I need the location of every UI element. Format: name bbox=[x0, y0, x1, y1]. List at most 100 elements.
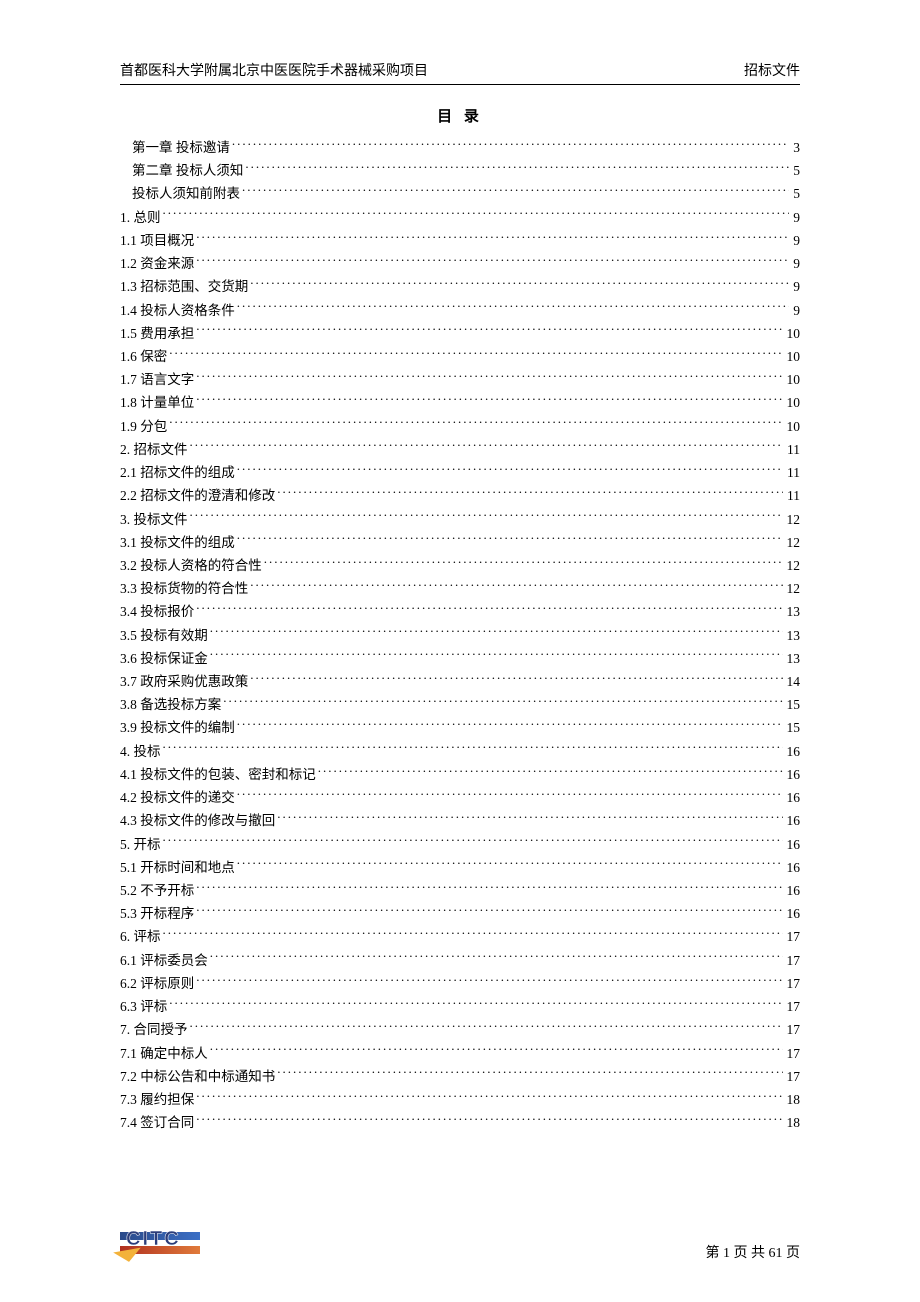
toc-entry: 4.3 投标文件的修改与撤回16 bbox=[120, 809, 800, 832]
toc-entry-label: 7.2 中标公告和中标通知书 bbox=[120, 1065, 275, 1088]
toc-entry-page: 9 bbox=[791, 229, 800, 252]
toc-entry-page: 16 bbox=[785, 879, 801, 902]
toc-entry: 1.7 语言文字10 bbox=[120, 368, 800, 391]
toc-entry: 7.3 履约担保18 bbox=[120, 1088, 800, 1111]
toc-leader-dots bbox=[242, 185, 789, 199]
toc-entry-page: 16 bbox=[785, 763, 801, 786]
toc-entry-label: 6.3 评标 bbox=[120, 995, 167, 1018]
toc-entry-label: 4.1 投标文件的包装、密封和标记 bbox=[120, 763, 316, 786]
toc-entry-label: 6.1 评标委员会 bbox=[120, 949, 208, 972]
toc-leader-dots bbox=[237, 719, 783, 733]
toc-entry-label: 7.3 履约担保 bbox=[120, 1088, 194, 1111]
toc-entry: 7.1 确定中标人17 bbox=[120, 1042, 800, 1065]
toc-entry: 4.2 投标文件的递交16 bbox=[120, 786, 800, 809]
citc-logo: CITC bbox=[120, 1226, 210, 1262]
toc-entry-label: 投标人须知前附表 bbox=[132, 182, 240, 205]
toc-leader-dots bbox=[277, 812, 782, 826]
toc-entry: 7. 合同授予17 bbox=[120, 1018, 800, 1041]
toc-entry: 2.1 招标文件的组成11 bbox=[120, 461, 800, 484]
document-page: 首都医科大学附属北京中医医院手术器械采购项目 招标文件 目 录 第一章 投标邀请… bbox=[0, 0, 920, 1302]
toc-entry: 5.1 开标时间和地点 16 bbox=[120, 856, 800, 879]
toc-entry-page: 15 bbox=[785, 693, 801, 716]
toc-entry: 5.2 不予开标 16 bbox=[120, 879, 800, 902]
toc-entry-page: 9 bbox=[791, 206, 800, 229]
toc-leader-dots bbox=[318, 765, 783, 779]
toc-entry-label: 第二章 投标人须知 bbox=[132, 159, 243, 182]
toc-entry-label: 4. 投标 bbox=[120, 740, 161, 763]
toc-leader-dots bbox=[210, 626, 783, 640]
toc-entry-label: 1.1 项目概况 bbox=[120, 229, 194, 252]
toc-entry-label: 1.9 分包 bbox=[120, 415, 167, 438]
toc-leader-dots bbox=[264, 556, 783, 570]
toc-entry-label: 2. 招标文件 bbox=[120, 438, 188, 461]
toc-entry-page: 12 bbox=[785, 577, 801, 600]
toc-entry-page: 5 bbox=[791, 182, 800, 205]
header-right: 招标文件 bbox=[744, 60, 800, 80]
toc-entry-label: 2.1 招标文件的组成 bbox=[120, 461, 235, 484]
toc-leader-dots bbox=[250, 673, 782, 687]
toc-leader-dots bbox=[196, 255, 789, 269]
toc-entry-page: 9 bbox=[791, 299, 800, 322]
toc-leader-dots bbox=[196, 882, 782, 896]
toc-entry-label: 4.3 投标文件的修改与撤回 bbox=[120, 809, 275, 832]
toc-entry-label: 5.1 开标时间和地点 bbox=[120, 856, 235, 879]
toc-entry-label: 1.7 语言文字 bbox=[120, 368, 194, 391]
toc-entry: 2. 招标文件11 bbox=[120, 438, 800, 461]
toc-leader-dots bbox=[250, 580, 782, 594]
toc-leader-dots bbox=[210, 951, 783, 965]
toc-leader-dots bbox=[250, 278, 789, 292]
toc-entry: 2.2 招标文件的澄清和修改11 bbox=[120, 484, 800, 507]
toc-entry-page: 13 bbox=[785, 600, 801, 623]
toc-entry: 1.4 投标人资格条件9 bbox=[120, 299, 800, 322]
toc-leader-dots bbox=[169, 417, 782, 431]
toc-entry-label: 5.2 不予开标 bbox=[120, 879, 194, 902]
toc-entry-page: 16 bbox=[785, 856, 801, 879]
toc-entry: 3.3 投标货物的符合性 12 bbox=[120, 577, 800, 600]
toc-leader-dots bbox=[196, 324, 782, 338]
toc-entry-label: 3.3 投标货物的符合性 bbox=[120, 577, 248, 600]
toc-leader-dots bbox=[277, 1067, 782, 1081]
toc-entry: 5.3 开标程序16 bbox=[120, 902, 800, 925]
toc-entry-label: 3. 投标文件 bbox=[120, 508, 188, 531]
toc-entry-label: 1.8 计量单位 bbox=[120, 391, 194, 414]
toc-leader-dots bbox=[196, 1114, 782, 1128]
toc-entry: 3.4 投标报价13 bbox=[120, 600, 800, 623]
toc-entry-page: 9 bbox=[791, 275, 800, 298]
toc-entry-page: 10 bbox=[785, 345, 801, 368]
toc-entry: 5. 开标16 bbox=[120, 833, 800, 856]
toc-entry: 4. 投标16 bbox=[120, 740, 800, 763]
toc-leader-dots bbox=[196, 231, 789, 245]
toc-entry: 1. 总则9 bbox=[120, 206, 800, 229]
toc-entry-page: 17 bbox=[785, 1042, 801, 1065]
toc-entry: 3.7 政府采购优惠政策14 bbox=[120, 670, 800, 693]
toc-entry-label: 3.1 投标文件的组成 bbox=[120, 531, 235, 554]
toc-entry: 1.6 保密10 bbox=[120, 345, 800, 368]
toc-entry-page: 12 bbox=[785, 531, 801, 554]
toc-entry-page: 13 bbox=[785, 624, 801, 647]
toc-leader-dots bbox=[210, 1044, 783, 1058]
toc-leader-dots bbox=[245, 162, 789, 176]
toc-entry: 第二章 投标人须知5 bbox=[120, 159, 800, 182]
toc-entry: 3.1 投标文件的组成 12 bbox=[120, 531, 800, 554]
toc-entry-page: 17 bbox=[785, 995, 801, 1018]
toc-entry-label: 2.2 招标文件的澄清和修改 bbox=[120, 484, 275, 507]
toc-entry: 6. 评标17 bbox=[120, 925, 800, 948]
toc-entry-label: 6. 评标 bbox=[120, 925, 161, 948]
toc-entry-label: 4.2 投标文件的递交 bbox=[120, 786, 235, 809]
toc-entry: 1.1 项目概况 9 bbox=[120, 229, 800, 252]
toc-title: 目 录 bbox=[120, 105, 800, 126]
toc-entry: 1.9 分包10 bbox=[120, 415, 800, 438]
toc-entry-label: 3.8 备选投标方案 bbox=[120, 693, 221, 716]
toc-entry: 第一章 投标邀请3 bbox=[120, 136, 800, 159]
toc-leader-dots bbox=[196, 974, 782, 988]
toc-entry-label: 3.2 投标人资格的符合性 bbox=[120, 554, 262, 577]
toc-entry: 3.5 投标有效期13 bbox=[120, 624, 800, 647]
toc-entry: 6.3 评标 17 bbox=[120, 995, 800, 1018]
toc-entry-page: 17 bbox=[785, 949, 801, 972]
toc-leader-dots bbox=[169, 998, 782, 1012]
toc-leader-dots bbox=[169, 347, 782, 361]
toc-leader-dots bbox=[196, 371, 782, 385]
toc-leader-dots bbox=[277, 487, 783, 501]
toc-entry-page: 13 bbox=[785, 647, 801, 670]
page-footer: CITC 第 1 页 共 61 页 bbox=[120, 1226, 800, 1262]
